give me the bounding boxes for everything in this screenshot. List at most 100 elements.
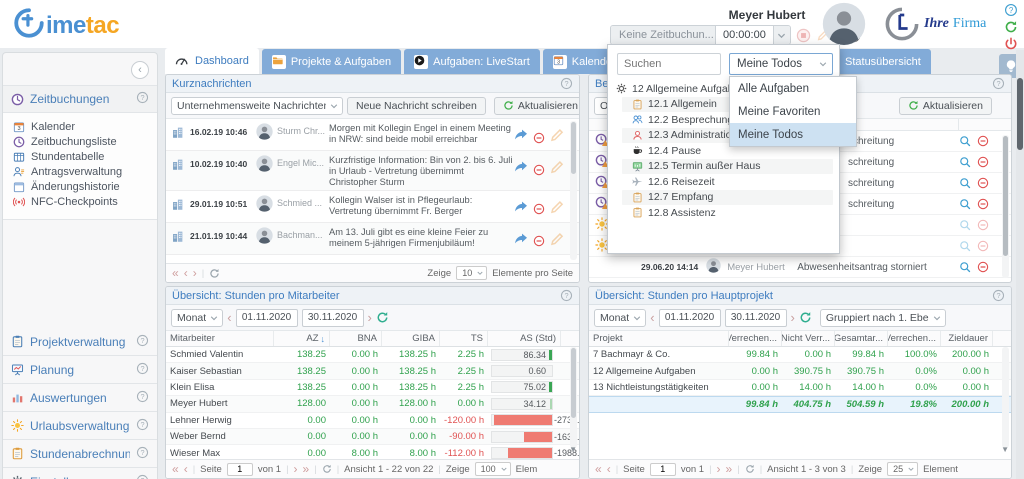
magnifier-icon[interactable]	[959, 135, 971, 147]
date-to-input[interactable]	[302, 309, 364, 327]
notification-row[interactable]: 29.06.20 14:14Meyer HubertAbwesenheitsan…	[589, 257, 1011, 278]
next-period-icon[interactable]: ›	[368, 311, 372, 324]
share-icon[interactable]	[513, 159, 529, 180]
task-tree-item-12-8-assistenz[interactable]: 12.8 Assistenz	[608, 205, 839, 221]
remove-icon[interactable]	[977, 156, 989, 168]
sidebar-item-nfc-checkpoints[interactable]: NFC-Checkpoints	[3, 194, 157, 209]
remove-icon[interactable]	[977, 135, 989, 147]
task-tree-item-12-6-reisezeit[interactable]: 12.6 Reisezeit	[608, 174, 839, 190]
user-avatar[interactable]	[822, 2, 866, 46]
magnifier-icon[interactable]	[959, 240, 971, 252]
scrollbar-thumb[interactable]	[1017, 78, 1023, 150]
edit-icon[interactable]	[549, 199, 565, 220]
next-page-icon[interactable]: ›	[193, 267, 197, 279]
date-to-input[interactable]	[725, 309, 787, 327]
help-icon[interactable]: ?	[560, 77, 573, 90]
help-icon[interactable]: ?	[136, 362, 149, 378]
prev-period-icon[interactable]: ‹	[650, 311, 654, 324]
message-row[interactable]: 10.02.19 10:40Engel Mic...Kurzfristige I…	[166, 151, 579, 191]
help-icon[interactable]: ?	[560, 289, 573, 302]
sidebar-section-urlaubsverwaltung[interactable]: Urlaubsverwaltung?	[3, 412, 157, 440]
first-page-icon[interactable]: «	[172, 267, 179, 279]
scroll-down-icon[interactable]: ▼	[569, 445, 577, 454]
magnifier-icon[interactable]	[959, 261, 971, 273]
magnifier-icon[interactable]	[959, 177, 971, 189]
sidebar-item-änderungshistorie[interactable]: Änderungshistorie	[3, 179, 157, 194]
help-icon[interactable]: ?	[136, 418, 149, 434]
remove-icon[interactable]	[977, 240, 989, 252]
sidebar-section-einstellungen[interactable]: Einstellungen?	[3, 468, 157, 479]
edit-icon[interactable]	[549, 127, 565, 148]
date-from-input[interactable]	[659, 309, 721, 327]
employee-row[interactable]: Lehner Herwig0.000.00 h0.00 h-120.00 h-2…	[166, 413, 579, 429]
column-header-as-std[interactable]: AS (Std)	[488, 331, 561, 346]
new-message-button[interactable]: Neue Nachricht schreiben	[347, 97, 486, 115]
magnifier-icon[interactable]	[959, 219, 971, 231]
column-header-ts[interactable]: TS	[440, 331, 488, 346]
column-header-mitarbeiter[interactable]: Mitarbeiter	[166, 331, 274, 346]
remove-icon[interactable]	[977, 177, 989, 189]
sidebar-item-stundentabelle[interactable]: Stundentabelle	[3, 149, 157, 164]
column-header-nicht-verr[interactable]: Nicht Verr...	[782, 331, 835, 346]
next-page-icon[interactable]: ›	[717, 463, 721, 475]
help-icon[interactable]: ?	[992, 77, 1005, 90]
tab-aufgaben-livestart[interactable]: Aufgaben: LiveStart	[404, 49, 540, 74]
remove-icon[interactable]	[977, 198, 989, 210]
page-input[interactable]	[650, 463, 676, 476]
tab-statusübersicht[interactable]: Statusübersicht	[835, 49, 931, 74]
employee-row[interactable]: Schmied Valentin138.250.00 h138.25 h2.25…	[166, 347, 579, 363]
last-page-icon[interactable]: »	[726, 463, 733, 475]
refresh-icon[interactable]	[1004, 20, 1018, 34]
share-icon[interactable]	[513, 127, 529, 148]
column-header-verrechen[interactable]: Verrechen...	[888, 331, 941, 346]
sidebar-section-auswertungen[interactable]: Auswertungen?	[3, 384, 157, 412]
delete-icon[interactable]	[533, 199, 545, 220]
remove-icon[interactable]	[977, 261, 989, 273]
refresh-notifications-button[interactable]: Aktualisieren	[899, 97, 992, 115]
page-size-select[interactable]: 100	[475, 462, 511, 476]
message-row[interactable]: 29.01.19 10:51Schmied ...Kollegin Walser…	[166, 191, 579, 223]
filter-option-meine-favoriten[interactable]: Meine Favoriten	[730, 100, 856, 123]
column-header-verrechen[interactable]: Verrechen...	[729, 331, 782, 346]
help-icon[interactable]: ?	[136, 91, 149, 107]
timetac-logo[interactable]: ime tac	[12, 6, 119, 40]
message-filter-select[interactable]: Unternehmensweite Nachrichten, N	[171, 97, 343, 115]
filter-option-meine-todos[interactable]: Meine Todos	[730, 123, 856, 146]
sidebar-section-zeitbuchungen[interactable]: Zeitbuchungen?	[3, 85, 157, 113]
sidebar-section-planung[interactable]: Planung?	[3, 356, 157, 384]
search-input[interactable]	[617, 53, 721, 75]
edit-icon[interactable]	[549, 159, 565, 180]
sidebar-item-kalender[interactable]: 3Kalender	[3, 119, 157, 134]
refresh-icon[interactable]	[376, 311, 389, 324]
help-icon[interactable]: ?	[136, 446, 149, 462]
delete-icon[interactable]	[533, 127, 545, 148]
help-icon[interactable]: ?	[136, 474, 149, 479]
message-row[interactable]: 14.01.19 10:38Meyer Hu...Heute In-House-…	[166, 255, 579, 257]
employee-row[interactable]: Klein Elisa138.250.00 h138.25 h2.25 h75.…	[166, 380, 579, 396]
refresh-icon[interactable]	[745, 464, 755, 474]
employee-row[interactable]: Kaiser Sebastian138.250.00 h138.25 h2.25…	[166, 363, 579, 379]
next-page-icon[interactable]: ›	[294, 463, 298, 475]
refresh-icon[interactable]	[209, 268, 220, 279]
scroll-down-icon[interactable]: ▼	[1001, 445, 1009, 454]
stop-icon[interactable]	[796, 28, 811, 43]
column-header-projekt[interactable]: Projekt	[589, 331, 729, 346]
sidebar-collapse-button[interactable]: ‹	[131, 61, 149, 79]
sidebar-item-antragsverwaltung[interactable]: Antragsverwaltung	[3, 164, 157, 179]
chevron-down-icon[interactable]	[773, 26, 790, 44]
task-tree-item-12-7-empfang[interactable]: 12.7 Empfang	[622, 190, 833, 206]
column-header-giba[interactable]: GIBA	[382, 331, 440, 346]
page-input[interactable]	[227, 463, 253, 476]
first-page-icon[interactable]: «	[172, 463, 179, 475]
notifications-scrollbar[interactable]	[1002, 135, 1009, 278]
message-row[interactable]: 16.02.19 10:46Sturm Chr...Morgen mit Kol…	[166, 119, 579, 151]
column-header-az[interactable]: AZ↓	[274, 331, 330, 346]
employee-scrollbar[interactable]	[570, 347, 577, 448]
project-row[interactable]: 7 Bachmayr & Co.99.84 h0.00 h99.84 h100.…	[589, 347, 1011, 363]
page-size-select[interactable]: 25	[887, 462, 918, 476]
magnifier-icon[interactable]	[959, 156, 971, 168]
share-icon[interactable]	[513, 231, 529, 252]
current-task-label[interactable]: Keine Zeitbuchun...	[611, 26, 715, 44]
prev-page-icon[interactable]: ‹	[184, 267, 188, 279]
column-header-bna[interactable]: BNA	[330, 331, 382, 346]
